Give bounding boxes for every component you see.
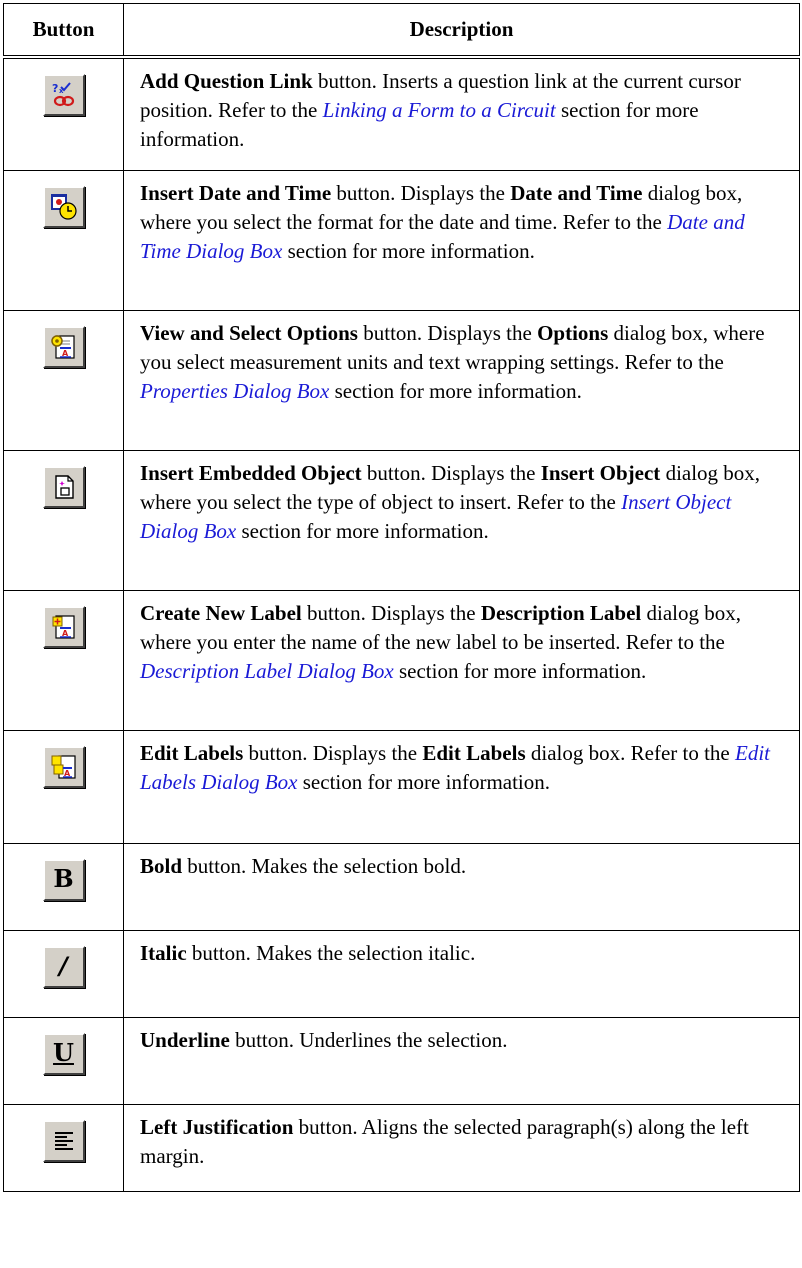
description-text: section for more information. bbox=[297, 769, 551, 794]
bold-term: Options bbox=[537, 320, 609, 345]
description-text: dialog box. Refer to the bbox=[525, 740, 736, 765]
row-description: Edit Labels button. Displays the Edit La… bbox=[123, 729, 800, 844]
row-description: Add Question Link button. Inserts a ques… bbox=[123, 56, 800, 171]
description-text: section for more information. bbox=[329, 378, 582, 403]
bold-term: Insert Embedded Object bbox=[140, 460, 362, 485]
bold-term: Edit Labels bbox=[140, 740, 244, 765]
table-row: U Underline button. Underlines the selec… bbox=[3, 1016, 800, 1105]
description-text: button. Makes the selection italic. bbox=[186, 940, 476, 965]
insert-date-time-button[interactable] bbox=[42, 185, 85, 228]
italic-icon: / bbox=[59, 951, 68, 980]
bold-term: Add Question Link bbox=[140, 69, 313, 93]
table-row: / Italic button. Makes the selection ita… bbox=[3, 929, 800, 1018]
description-text: section for more information. bbox=[236, 518, 489, 543]
bold-term: Description Label bbox=[480, 600, 642, 625]
view-select-options-button[interactable]: A bbox=[42, 325, 85, 368]
underline-icon: U bbox=[53, 1037, 74, 1067]
description-text: button. Underlines the selection. bbox=[229, 1027, 508, 1052]
row-description: Insert Embedded Object button. Displays … bbox=[123, 449, 800, 591]
edit-labels-icon: A bbox=[51, 754, 76, 779]
row-description: Underline button. Underlines the selecti… bbox=[123, 1016, 800, 1105]
header-description: Description bbox=[123, 3, 800, 59]
table-row: Insert Embedded Object button. Displays … bbox=[3, 449, 800, 591]
description-text: button. Displays the bbox=[357, 320, 538, 345]
description-text: button. Displays the bbox=[243, 740, 423, 765]
insert-embedded-object-icon bbox=[54, 474, 74, 499]
add-question-link-button[interactable]: ? x bbox=[42, 74, 85, 116]
row-description: Italic button. Makes the selection itali… bbox=[123, 929, 800, 1018]
view-select-options-icon: A bbox=[50, 334, 75, 359]
table-row: A Edit Labels button. Displays the Edit … bbox=[3, 729, 800, 844]
description-text: button. Displays the bbox=[361, 460, 541, 485]
description-text: button. Displays the bbox=[331, 180, 511, 205]
description-text: section for more information. bbox=[393, 658, 647, 683]
bold-term: Edit Labels bbox=[422, 740, 526, 765]
underline-button[interactable]: U bbox=[42, 1032, 85, 1075]
bold-term: Create New Label bbox=[140, 600, 302, 625]
bold-term: Underline bbox=[140, 1027, 230, 1052]
table-row: ? x Add Question Link button. Inserts a … bbox=[3, 56, 800, 171]
svg-text:?: ? bbox=[52, 82, 58, 95]
section-link[interactable]: Description Label Dialog Box bbox=[140, 659, 394, 683]
table-row: A View and Select Options button. Displa… bbox=[3, 309, 800, 451]
button-reference-table: Button Description ? x Add Question Link… bbox=[3, 3, 800, 1192]
table-row: B Bold button. Makes the selection bold. bbox=[3, 842, 800, 931]
create-new-label-button[interactable]: A bbox=[42, 605, 85, 648]
insert-embedded-object-button[interactable] bbox=[42, 465, 85, 508]
bold-term: View and Select Options bbox=[140, 320, 358, 345]
create-new-label-icon: A bbox=[52, 614, 75, 639]
bold-icon: B bbox=[53, 863, 74, 893]
bold-button[interactable]: B bbox=[42, 858, 85, 901]
row-description: View and Select Options button. Displays… bbox=[123, 309, 800, 451]
edit-labels-button[interactable]: A bbox=[42, 745, 85, 788]
bold-term: Left Justification bbox=[140, 1114, 294, 1139]
insert-date-time-icon bbox=[50, 193, 77, 220]
svg-text:x: x bbox=[59, 87, 64, 95]
row-description: Bold button. Makes the selection bold. bbox=[123, 842, 800, 931]
description-text: section for more information. bbox=[282, 238, 535, 263]
bold-term: Date and Time bbox=[510, 180, 643, 205]
table-row: Left Justification button. Aligns the se… bbox=[3, 1103, 800, 1192]
section-link[interactable]: Properties Dialog Box bbox=[140, 379, 329, 403]
table-row: Insert Date and Time button. Displays th… bbox=[3, 169, 800, 311]
bold-term: Insert Object bbox=[540, 460, 661, 485]
italic-button[interactable]: / bbox=[42, 945, 85, 988]
add-question-link-icon: ? x bbox=[52, 82, 74, 107]
row-description: Insert Date and Time button. Displays th… bbox=[123, 169, 800, 311]
row-description: Create New Label button. Displays the De… bbox=[123, 589, 800, 731]
section-link[interactable]: Linking a Form to a Circuit bbox=[323, 98, 556, 122]
left-justify-icon bbox=[54, 1131, 73, 1150]
description-text: button. Makes the selection bold. bbox=[182, 853, 467, 878]
bold-term: Bold bbox=[140, 853, 183, 878]
table-header-row: Button Description bbox=[3, 3, 800, 59]
bold-term: Insert Date and Time bbox=[140, 180, 332, 205]
bold-term: Italic bbox=[140, 940, 187, 965]
table-row: A Create New Label button. Displays the … bbox=[3, 589, 800, 731]
description-text: button. Displays the bbox=[301, 600, 481, 625]
row-description: Left Justification button. Aligns the se… bbox=[123, 1103, 800, 1192]
header-button: Button bbox=[3, 3, 124, 59]
left-justify-button[interactable] bbox=[42, 1119, 85, 1162]
